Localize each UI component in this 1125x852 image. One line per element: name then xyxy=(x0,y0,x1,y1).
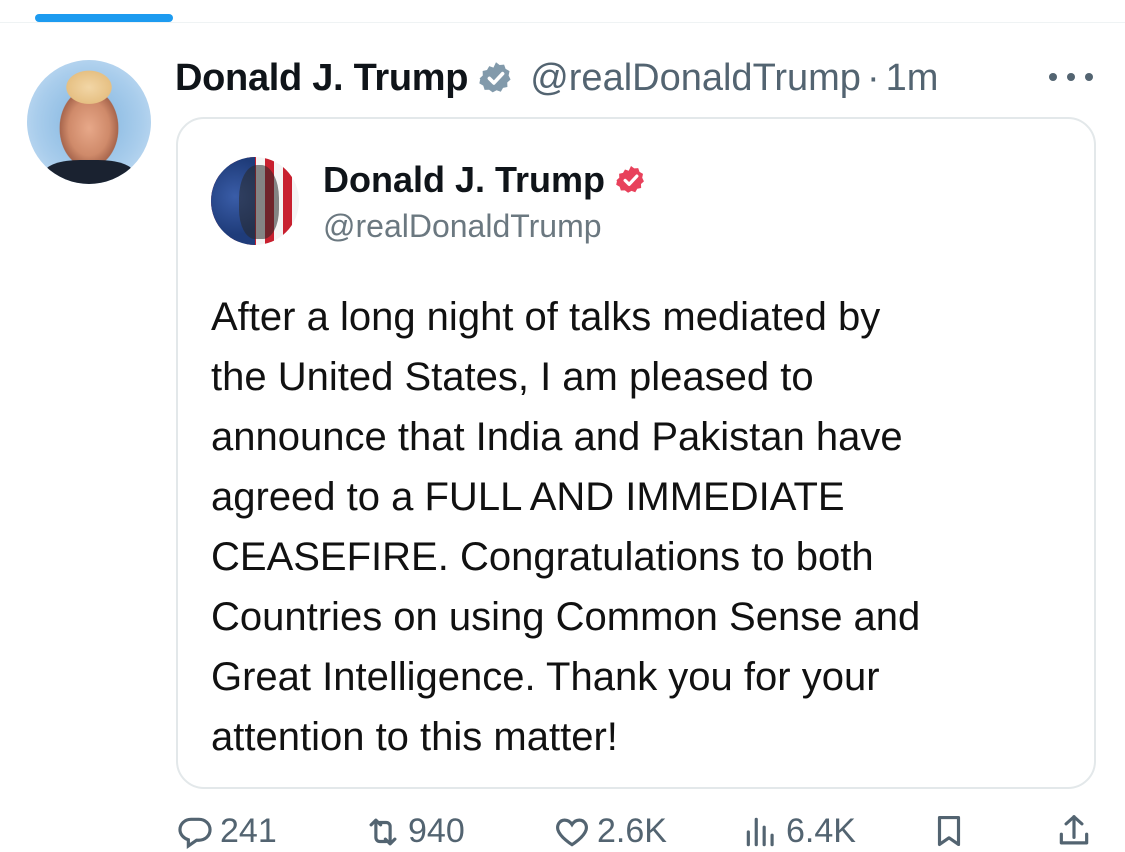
quoted-post-body: After a long night of talks mediated by … xyxy=(211,287,1071,767)
verified-badge-icon xyxy=(479,62,511,93)
post-text-line: announce that India and Pakistan have xyxy=(211,415,903,459)
like-button[interactable]: 2.6K xyxy=(553,812,667,851)
divider xyxy=(0,22,1125,23)
avatar-portrait xyxy=(239,165,279,239)
views-chart-icon xyxy=(746,817,774,846)
heart-icon xyxy=(556,818,588,847)
more-dot xyxy=(1085,73,1093,81)
post-text-line: CEASEFIRE. Congratulations to both xyxy=(211,535,874,579)
tweet-header: Donald J. Trump @realDonaldTrump · 1m xyxy=(175,52,938,104)
quoted-author-avatar xyxy=(211,157,299,245)
views-button[interactable]: 6.4K xyxy=(742,812,856,851)
more-dot xyxy=(1049,73,1057,81)
quoted-author-name-row: Donald J. Trump xyxy=(323,159,647,201)
reply-button[interactable]: 241 xyxy=(176,812,277,851)
share-button[interactable] xyxy=(1055,812,1099,850)
author-handle[interactable]: @realDonaldTrump xyxy=(530,57,861,100)
post-text-line: After a long night of talks mediated by xyxy=(211,295,881,339)
active-tab-indicator xyxy=(35,14,173,22)
post-text-line: agreed to a FULL AND IMMEDIATE xyxy=(211,475,845,519)
bookmark-button[interactable] xyxy=(930,812,974,850)
quoted-verified-badge-icon xyxy=(616,166,644,193)
post-time[interactable]: 1m xyxy=(886,57,939,100)
share-icon xyxy=(1059,815,1089,845)
bookmark-icon xyxy=(937,815,961,847)
more-dot xyxy=(1067,73,1075,81)
post-text-line: the United States, I am pleased to xyxy=(211,355,814,399)
avatar-suit xyxy=(45,160,133,184)
quoted-post-card[interactable]: Donald J. Trump @realDonaldTrump After a… xyxy=(176,117,1096,789)
quoted-author-handle: @realDonaldTrump xyxy=(323,208,602,244)
post-text-line: attention to this matter! xyxy=(211,715,618,759)
repost-button[interactable]: 940 xyxy=(364,812,465,851)
repost-count: 940 xyxy=(408,812,465,850)
author-avatar[interactable] xyxy=(27,60,151,184)
post-text-line: Great Intelligence. Thank you for your xyxy=(211,655,880,699)
post-text-line: Countries on using Common Sense and xyxy=(211,595,921,639)
views-count: 6.4K xyxy=(786,812,856,850)
quoted-author-display-name: Donald J. Trump xyxy=(323,159,606,200)
reply-icon xyxy=(178,817,212,849)
action-bar: 241 940 2.6K 6.4K xyxy=(0,812,1125,852)
meta-separator: · xyxy=(866,56,880,99)
more-horizontal-icon[interactable] xyxy=(1049,62,1093,92)
reply-count: 241 xyxy=(220,812,277,850)
repost-icon xyxy=(369,818,397,845)
author-display-name[interactable]: Donald J. Trump xyxy=(175,57,469,100)
like-count: 2.6K xyxy=(597,812,667,850)
